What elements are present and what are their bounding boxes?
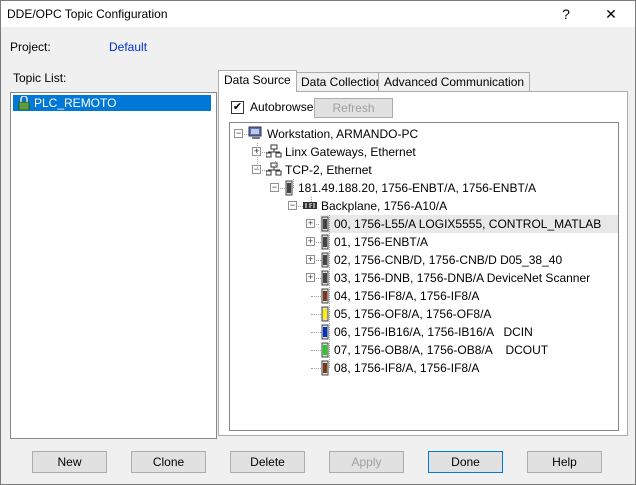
tree-node-label: 03, 1756-DNB, 1756-DNB/A DeviceNet Scann… bbox=[334, 271, 591, 285]
topic-list-item[interactable]: PLC_REMOTO bbox=[13, 95, 211, 111]
network-icon bbox=[265, 144, 282, 158]
tree-node-label: 181.49.188.20, 1756-ENBT/A, 1756-ENBT/A bbox=[298, 181, 537, 195]
title-bar: DDE/OPC Topic Configuration ? ✕ bbox=[1, 1, 635, 27]
tree-node[interactable]: 01, 1756-ENBT/A bbox=[320, 233, 618, 251]
collapse-icon[interactable]: − bbox=[288, 201, 297, 210]
tree-node-label: 02, 1756-CNB/D, 1756-CNB/D D05_38_40 bbox=[334, 253, 563, 267]
tree-node-label: 07, 1756-OB8/A, 1756-OB8/A DCOUT bbox=[334, 343, 549, 357]
tree-node[interactable]: 00, 1756-L55/A LOGIX5555, CONTROL_MATLAB bbox=[320, 215, 618, 233]
tree-view[interactable]: − Workstation, ARMANDO-PC + Linx Gateways, … bbox=[229, 122, 619, 431]
expand-icon[interactable]: + bbox=[306, 255, 315, 264]
tree-node[interactable]: 03, 1756-DNB, 1756-DNB/A DeviceNet Scann… bbox=[320, 269, 618, 287]
tab-data-collection[interactable]: Data Collection bbox=[295, 72, 389, 91]
project-value: Default bbox=[109, 40, 148, 54]
expand-icon[interactable]: + bbox=[306, 237, 315, 246]
tree-node-label: 04, 1756-IF8/A, 1756-IF8/A bbox=[334, 289, 480, 303]
tree-connector bbox=[275, 161, 276, 170]
tree-connector bbox=[311, 197, 312, 206]
autobrowse-label: Autobrowse bbox=[250, 100, 314, 114]
collapse-icon[interactable]: − bbox=[270, 183, 279, 192]
tree-node-label: Linx Gateways, Ethernet bbox=[285, 145, 416, 159]
tree-node[interactable]: 07, 1756-OB8/A, 1756-OB8/A DCOUT bbox=[320, 341, 618, 359]
apply-button[interactable]: Apply bbox=[329, 451, 404, 473]
project-label: Project: bbox=[10, 40, 51, 54]
collapse-icon[interactable]: − bbox=[234, 129, 243, 138]
tree-node[interactable]: TCP-2, Ethernet bbox=[265, 161, 618, 179]
tree-node-label: 06, 1756-IB16/A, 1756-IB16/A DCIN bbox=[334, 325, 533, 339]
tree-connector bbox=[293, 179, 294, 188]
autobrowse-checkbox[interactable]: ✔ bbox=[231, 101, 244, 114]
tree-node[interactable]: 181.49.188.20, 1756-ENBT/A, 1756-ENBT/A bbox=[284, 179, 618, 197]
tree-node-label: 05, 1756-OF8/A, 1756-OF8/A bbox=[334, 307, 492, 321]
tree-node[interactable]: 06, 1756-IB16/A, 1756-IB16/A DCIN bbox=[320, 323, 618, 341]
tree-node-label: Workstation, ARMANDO-PC bbox=[267, 127, 419, 141]
delete-button[interactable]: Delete bbox=[230, 451, 305, 473]
tab-data-source[interactable]: Data Source bbox=[218, 70, 297, 92]
tree-node[interactable]: 02, 1756-CNB/D, 1756-CNB/D D05_38_40 bbox=[320, 251, 618, 269]
tree-node[interactable]: Backplane, 1756-A10/A bbox=[302, 197, 618, 215]
new-button[interactable]: New bbox=[32, 451, 107, 473]
tab-advanced-communication[interactable]: Advanced Communication bbox=[378, 72, 531, 91]
tree-node[interactable]: Workstation, ARMANDO-PC bbox=[248, 125, 608, 143]
help-title-button[interactable]: ? bbox=[546, 1, 586, 27]
expand-icon[interactable]: + bbox=[306, 273, 315, 282]
tree-node-label: 01, 1756-ENBT/A bbox=[334, 235, 429, 249]
tree-node-label: 08, 1756-IF8/A, 1756-IF8/A bbox=[334, 361, 480, 375]
dialog-window: DDE/OPC Topic Configuration ? ✕ Project:… bbox=[0, 0, 636, 485]
tree-node[interactable]: 05, 1756-OF8/A, 1756-OF8/A bbox=[320, 305, 618, 323]
tree-node[interactable]: Linx Gateways, Ethernet bbox=[265, 143, 618, 161]
topic-list-label: Topic List: bbox=[13, 71, 67, 85]
data-source-page: ✔ Autobrowse Refresh − Workstation, ARMAN… bbox=[218, 91, 628, 436]
tree-node[interactable]: 04, 1756-IF8/A, 1756-IF8/A bbox=[320, 287, 618, 305]
topic-list[interactable]: PLC_REMOTO bbox=[10, 92, 217, 439]
tree-node-label: 00, 1756-L55/A LOGIX5555, CONTROL_MATLAB bbox=[334, 217, 602, 231]
clone-button[interactable]: Clone bbox=[131, 451, 206, 473]
tree-node[interactable]: 08, 1756-IF8/A, 1756-IF8/A bbox=[320, 359, 618, 377]
topic-list-item-label: PLC_REMOTO bbox=[34, 96, 117, 110]
window-title: DDE/OPC Topic Configuration bbox=[7, 7, 168, 21]
done-button[interactable]: Done bbox=[428, 451, 503, 473]
refresh-button[interactable]: Refresh bbox=[314, 98, 393, 118]
close-icon[interactable]: ✕ bbox=[591, 1, 631, 27]
tree-connector bbox=[257, 143, 258, 170]
lock-icon bbox=[18, 96, 30, 110]
tree-node-label: Backplane, 1756-A10/A bbox=[321, 199, 448, 213]
workstation-icon bbox=[248, 126, 262, 140]
expand-icon[interactable]: + bbox=[306, 219, 315, 228]
help-button[interactable]: Help bbox=[527, 451, 602, 473]
tree-node-label: TCP-2, Ethernet bbox=[285, 163, 372, 177]
tree-connector bbox=[329, 215, 330, 368]
